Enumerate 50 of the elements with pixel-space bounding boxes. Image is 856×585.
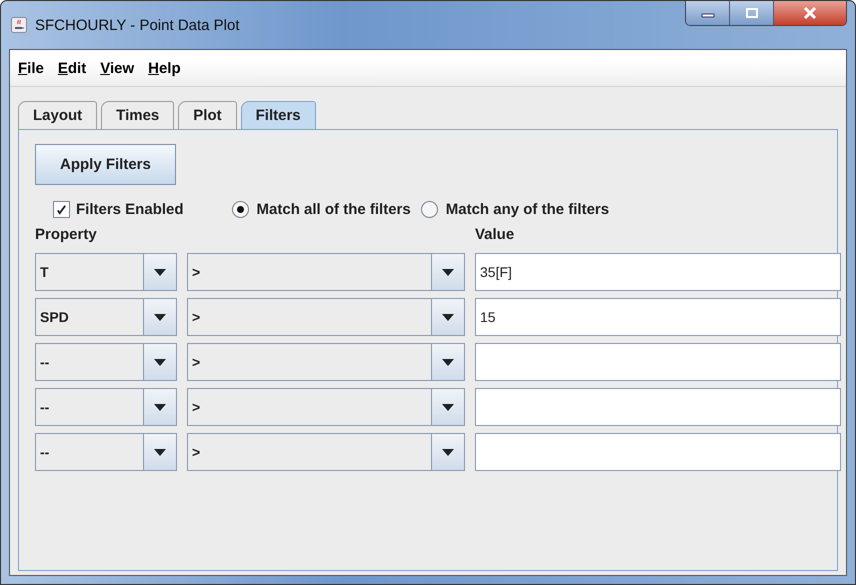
property-dropdown[interactable]: T (35, 253, 177, 291)
property-dropdown[interactable]: -- (35, 388, 177, 426)
java-cup-icon (11, 17, 27, 33)
menu-item[interactable]: File (18, 60, 44, 76)
menu-item[interactable]: Help (148, 60, 181, 76)
operator-dropdown[interactable]: > (187, 388, 465, 426)
value-field[interactable] (475, 433, 841, 471)
tab[interactable]: Plot (178, 101, 237, 129)
checkmark-icon (56, 204, 67, 215)
dropdown-arrow-icon (442, 448, 454, 456)
value-field[interactable] (475, 343, 841, 381)
tab[interactable]: Layout (18, 101, 98, 129)
property-dropdown[interactable]: -- (35, 433, 177, 471)
tab[interactable]: Filters (240, 101, 316, 129)
value-field[interactable]: 35[F] (475, 253, 841, 291)
close-button[interactable] (774, 1, 846, 25)
dropdown-arrow-icon (154, 314, 166, 320)
column-header: Value (475, 226, 516, 243)
menu-item[interactable]: Edit (58, 60, 86, 76)
operator-dropdown[interactable]: > (187, 433, 465, 471)
checkbox[interactable] (53, 201, 70, 218)
minimize-button[interactable] (686, 1, 730, 25)
checkbox-label: Filters Enabled (76, 201, 184, 218)
property-dropdown[interactable]: -- (35, 343, 177, 381)
close-icon (803, 7, 817, 19)
menu-item[interactable]: View (100, 60, 134, 76)
radio-button[interactable] (420, 201, 438, 218)
dropdown-arrow-icon (154, 358, 166, 366)
dropdown-arrow-icon (154, 448, 166, 456)
dropdown-arrow-icon (154, 268, 166, 276)
tab[interactable]: Times (101, 101, 174, 129)
value-field[interactable] (475, 388, 841, 426)
radio-label: Match any of the filters (446, 201, 610, 218)
dropdown-arrow-icon (154, 404, 166, 410)
dropdown-arrow-icon (442, 404, 454, 410)
dropdown-arrow-icon (442, 314, 454, 320)
dropdown-arrow-icon (442, 268, 454, 276)
radio-button[interactable] (232, 201, 249, 218)
dropdown-arrow-icon (442, 358, 454, 366)
property-dropdown[interactable]: SPD (35, 298, 177, 336)
radio-label: Match all of the filters (256, 201, 411, 218)
window-title: SFCHOURLY - Point Data Plot (35, 16, 240, 34)
operator-dropdown[interactable]: > (187, 298, 465, 336)
operator-dropdown[interactable]: > (187, 343, 465, 381)
value-field[interactable]: 15 (475, 298, 841, 336)
operator-dropdown[interactable]: > (187, 253, 465, 291)
maximize-icon (744, 8, 758, 18)
maximize-button[interactable] (730, 1, 774, 25)
apply-filters-button[interactable]: Apply Filters (35, 144, 176, 185)
column-header: Property (35, 226, 98, 243)
